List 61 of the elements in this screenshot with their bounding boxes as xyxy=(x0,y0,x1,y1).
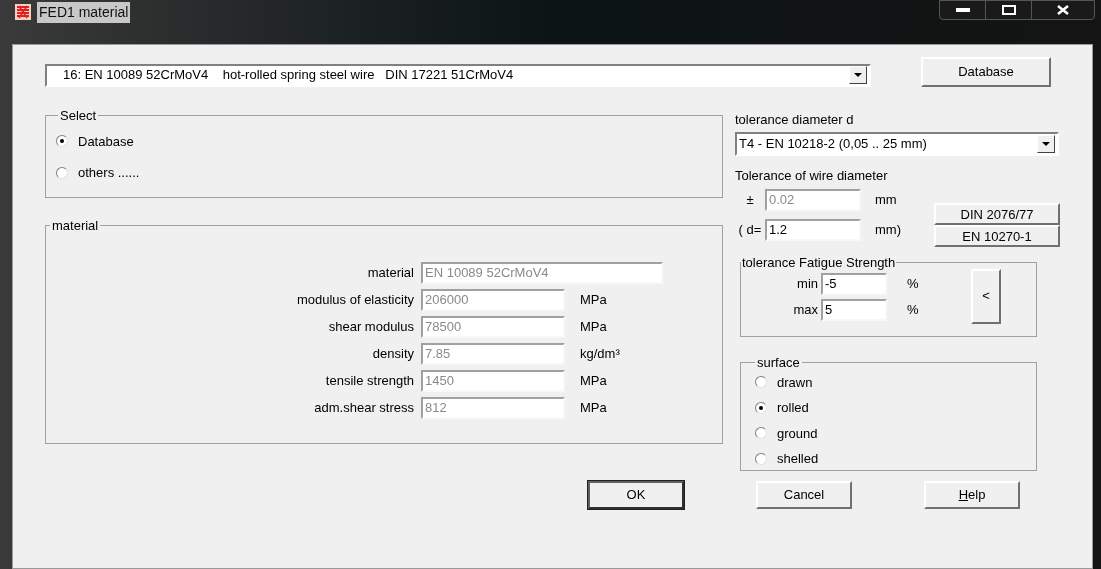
unit-label: mm) xyxy=(875,221,901,240)
group-title: material xyxy=(51,217,100,235)
dialog-button[interactable]: Help xyxy=(924,481,1020,509)
radio-label: others ...... xyxy=(78,164,140,182)
group-title: surface xyxy=(756,354,801,372)
unit-label: MPa xyxy=(580,317,607,336)
radio-button[interactable] xyxy=(56,166,68,179)
group-title: Select xyxy=(59,107,98,125)
field-label: density xyxy=(371,344,415,363)
field-label: tolerance diameter d xyxy=(735,111,855,129)
radio-label: drawn xyxy=(777,373,813,392)
material-dropdown[interactable]: 16: EN 10089 52CrMoV4 hot-rolled spring steel wire DIN 17221 51CrMoV4 xyxy=(45,63,871,87)
dropdown-button[interactable] xyxy=(849,66,867,84)
apply-button[interactable]: < xyxy=(971,268,1001,324)
radio-button[interactable] xyxy=(755,427,767,440)
field-label: tensile strength xyxy=(324,371,415,390)
radio-label: ground xyxy=(777,424,818,443)
radio-button[interactable] xyxy=(755,376,767,389)
unit-label: % xyxy=(907,274,919,293)
radio-button[interactable] xyxy=(755,401,767,414)
unit-label: kg/dm³ xyxy=(580,344,620,363)
section-label: Tolerance of wire diameter xyxy=(735,166,889,185)
caret-icon xyxy=(854,73,862,77)
field-label: modulus of elasticity xyxy=(295,290,415,309)
caret-icon xyxy=(1042,141,1050,146)
dialog-button[interactable]: Cancel xyxy=(756,481,852,509)
group-title: tolerance Fatigue Strength xyxy=(741,254,897,272)
tolerance-dropdown[interactable]: T4 - EN 10218-2 (0,05 .. 25 mm) xyxy=(735,131,1059,156)
field-label: material xyxy=(366,263,415,282)
unit-label: MPa xyxy=(580,371,607,390)
dropdown-button[interactable] xyxy=(1037,134,1055,153)
unit-label: % xyxy=(907,300,919,319)
dropdown-value: T4 - EN 10218-2 (0,05 .. 25 mm) xyxy=(738,134,928,153)
maximize-icon xyxy=(1001,5,1016,15)
dialog-button[interactable]: OK xyxy=(588,481,684,509)
close-icon xyxy=(1057,5,1069,15)
input-field[interactable]: -5 xyxy=(821,272,887,295)
radio-label: shelled xyxy=(777,450,819,468)
input-field[interactable]: 1.2 xyxy=(765,219,861,241)
field-prefix: ± xyxy=(745,191,755,210)
field-label: min xyxy=(796,274,819,293)
window-title: FED1 material xyxy=(37,2,131,23)
radio-button[interactable] xyxy=(755,452,767,465)
mnemonic-letter: H xyxy=(958,487,968,503)
standard-button[interactable]: EN 10270-1 xyxy=(934,225,1060,247)
dropdown-value: 16: EN 10089 52CrMoV4 hot-rolled spring steel wire DIN 17221 51CrMoV4 xyxy=(62,66,515,85)
field-label: max xyxy=(792,300,819,319)
input-field[interactable]: 5 xyxy=(821,298,887,321)
field-label: adm.shear stress xyxy=(313,398,415,417)
database-button[interactable]: Database xyxy=(921,57,1051,87)
minimize-icon xyxy=(955,8,970,12)
unit-label: mm xyxy=(875,191,897,210)
radio-button[interactable] xyxy=(56,135,68,148)
radio-label: Database xyxy=(78,132,134,151)
unit-label: MPa xyxy=(580,290,607,309)
field-label: shear modulus xyxy=(327,317,415,336)
field-prefix: ( d= xyxy=(737,221,763,240)
unit-label: MPa xyxy=(580,398,607,417)
standard-button[interactable]: DIN 2076/77 xyxy=(934,203,1060,225)
app-logo-icon xyxy=(15,4,31,20)
radio-label: rolled xyxy=(777,399,809,417)
